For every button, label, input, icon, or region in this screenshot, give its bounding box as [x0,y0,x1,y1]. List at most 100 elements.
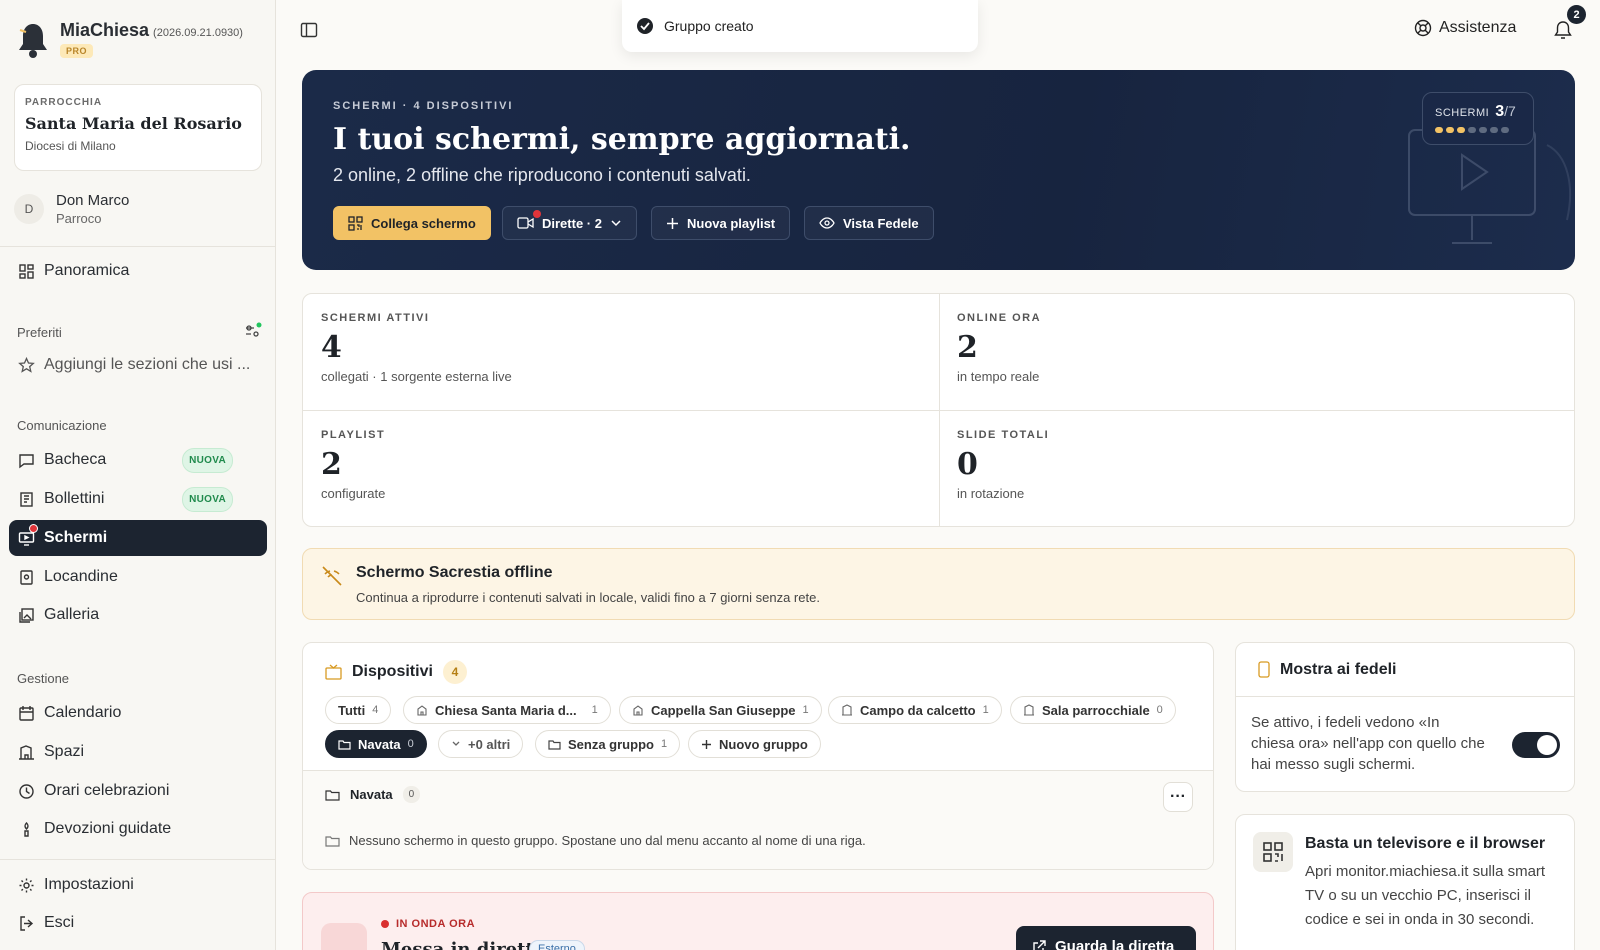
sidebar-item-schermi[interactable]: Schermi [9,520,267,556]
sidebar-item-devozioni[interactable]: Devozioni guidate [9,811,267,847]
hero-banner: SCHERMI · 4 DISPOSITIVI I tuoi schermi, … [302,70,1575,270]
live-dot [381,920,389,928]
quota-dots [1435,127,1521,133]
faithful-view-button[interactable]: Vista Fedele [804,206,934,240]
more-groups-chip[interactable]: +0 altri [438,730,524,758]
filter-chip-cappella[interactable]: Cappella San Giuseppe 1 [619,696,822,724]
filter-chip-ungrouped[interactable]: Senza gruppo 1 [535,730,681,758]
group-empty-message: Nessuno schermo in questo gruppo. Sposta… [349,833,866,848]
filter-chip-sala[interactable]: Sala parrocchiale 0 [1010,696,1176,724]
sidebar-item-label: Calendario [44,704,122,721]
show-description: Se attivo, i fedeli vedono «In chiesa or… [1251,714,1485,773]
filter-chip-navata[interactable]: Navata 0 [325,730,427,758]
sidebar-item-label: Bacheca [44,451,107,468]
user-profile[interactable]: D Don Marco Parroco [14,192,129,226]
gallery-icon [19,607,34,623]
live-kicker: IN ONDA ORA [381,918,475,930]
live-now-card: IN ONDA ORA Messa in diretta Esterno Gua… [302,892,1214,950]
new-group-button[interactable]: Nuovo gruppo [688,730,821,758]
sidebar-item-locandine[interactable]: Locandine [9,559,267,595]
sidebar-item-label: Orari celebrazioni [44,782,170,799]
sidebar-item-label: Esci [44,914,75,931]
quota-label: SCHERMI [1435,107,1490,119]
sidebar-item-label: Panoramica [44,262,130,279]
folder-icon [338,739,351,750]
help-button[interactable]: Assistenza [1414,19,1516,37]
chip-count: 0 [407,738,414,750]
live-streams-dropdown[interactable]: Dirette · 2 [502,206,637,240]
chip-count: 4 [372,704,379,716]
filter-chip-all[interactable]: Tutti 4 [325,696,392,724]
customize-favorites-icon[interactable] [244,322,262,340]
poster-icon [20,569,33,585]
building-icon [19,744,34,760]
stat-value: 4 [321,330,342,365]
quota-dot [1501,127,1509,133]
sidebar-item-spazi[interactable]: Spazi [9,734,267,770]
stat-desc: in rotazione [957,486,1025,501]
notifications-bell-icon[interactable] [1554,20,1572,40]
sidebar-item-orari[interactable]: Orari celebrazioni [9,773,267,809]
connect-screen-button[interactable]: Collega schermo [333,206,491,240]
sidebar-item-label: Spazi [44,743,85,760]
app-version: (2026.09.21.0930) [153,27,243,39]
quota-dot [1468,127,1476,133]
qr-icon [348,215,363,231]
show-to-faithful-toggle[interactable] [1512,732,1560,758]
live-kicker-text: IN ONDA ORA [396,918,476,930]
video-camera-icon [517,217,534,229]
new-playlist-button[interactable]: Nuova playlist [651,206,791,240]
hero-subtitle: 2 online, 2 offline che riproducono i co… [333,165,751,185]
stat-label: PLAYLIST [321,429,386,441]
star-icon [18,356,35,373]
chip-label: Cappella San Giuseppe [651,702,796,718]
stat-label: SLIDE TOTALI [957,429,1050,441]
screens-quota-card: SCHERMI 3/7 [1422,92,1534,145]
toggle-sidebar-icon[interactable] [300,21,318,39]
sidebar-item-panoramica[interactable]: Panoramica [9,253,267,289]
show-title: Mostra ai fedeli [1280,660,1397,678]
stat-label: SCHERMI ATTIVI [321,312,430,324]
show-header: Mostra ai fedeli [1236,643,1574,697]
chip-label: +0 altri [468,736,511,752]
stat-desc: collegati · 1 sorgente esterna live [321,369,512,384]
alert-title: Schermo Sacrestia offline [356,564,553,581]
more-icon: ··· [1170,788,1186,805]
brand-name: MiaChiesa [60,20,150,40]
sidebar-item-calendario[interactable]: Calendario [9,695,267,731]
favorites-header: Preferiti [17,325,62,340]
brand[interactable]: MiaChiesa (2026.09.21.0930) PRO [16,20,243,60]
clock-icon [19,783,34,799]
alert-description: Continua a riprodurre i contenuti salvat… [356,590,820,605]
sidebar-item-galleria[interactable]: Galleria [9,597,267,633]
video-camera-icon [321,923,367,950]
chip-label: Campo da calcetto [860,702,976,718]
sidebar-item-label: Devozioni guidate [44,820,172,837]
live-dot [29,524,38,533]
tv-icon [325,664,342,680]
sidebar-item-bollettini[interactable]: Bollettini NUOVA [9,481,267,517]
devices-title: Dispositivi [352,663,433,680]
live-streams-label: Dirette · 2 [542,215,602,231]
candle-icon [24,821,29,837]
chip-label: Navata [358,736,401,752]
group-header: Navata 0 [325,786,421,803]
newspaper-icon [20,491,33,507]
plus-icon [667,217,678,229]
sidebar-item-bacheca[interactable]: Bacheca NUOVA [9,442,267,478]
sidebar-item-esci[interactable]: Esci [9,905,267,941]
chip-label: Sala parrocchiale [1042,702,1150,718]
toggle-knob [1537,735,1557,755]
chip-label: Tutti [338,702,366,718]
live-indicator [533,210,541,218]
group-menu-button[interactable]: ··· [1163,782,1193,812]
parish-card[interactable]: PARROCCHIA Santa Maria del Rosario Dioce… [14,84,262,171]
sidebar-item-add-favorites[interactable]: Aggiungi le sezioni che usi ... [9,347,267,383]
watch-live-button[interactable]: Guarda la diretta [1016,926,1196,950]
sidebar-item-impostazioni[interactable]: Impostazioni [9,867,267,903]
group-section-navata: Navata 0 ··· Nessuno schermo in questo g… [303,770,1213,869]
parish-diocese: Diocesi di Milano [25,139,116,153]
filter-chip-chiesa[interactable]: Chiesa Santa Maria d... 1 [403,696,611,724]
filter-chip-campo[interactable]: Campo da calcetto 1 [828,696,1002,724]
management-header: Gestione [17,671,70,686]
